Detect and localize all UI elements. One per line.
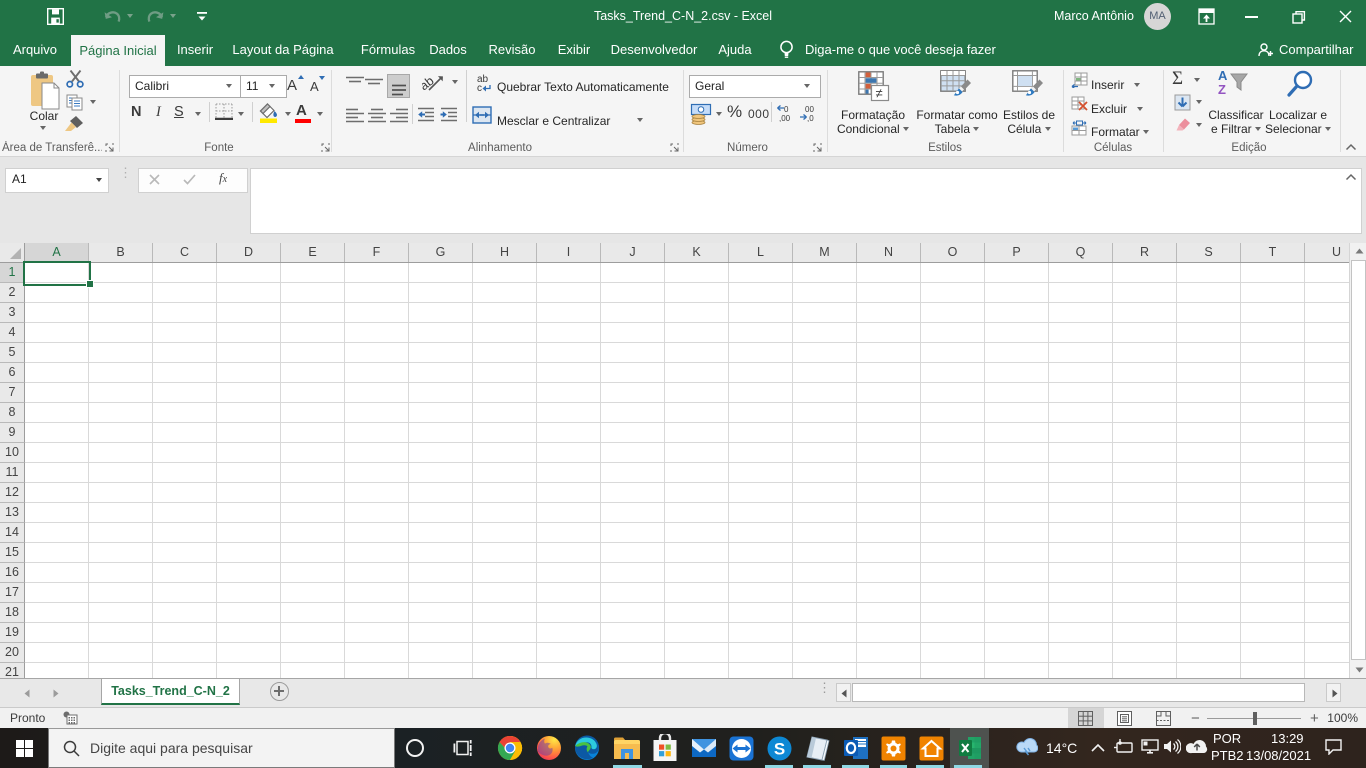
svg-text:00: 00 [805, 105, 814, 114]
svg-text:0: 0 [784, 105, 789, 114]
svg-text:S: S [774, 740, 785, 759]
svg-text:c: c [477, 83, 482, 92]
svg-text:,0: ,0 [807, 114, 814, 122]
svg-text:,00: ,00 [779, 114, 791, 122]
svg-text:≠: ≠ [876, 86, 883, 101]
